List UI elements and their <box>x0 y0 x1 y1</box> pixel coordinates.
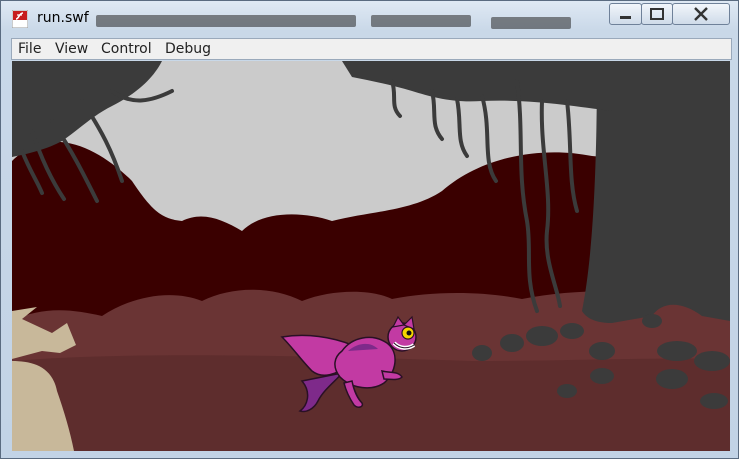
title-bar[interactable]: run.swf <box>1 1 738 35</box>
close-button[interactable] <box>672 3 730 25</box>
title-bar-artifact <box>491 17 571 29</box>
close-icon <box>694 7 708 21</box>
menu-bar: File View Control Debug <box>11 38 732 60</box>
menu-view[interactable]: View <box>55 41 88 57</box>
menu-file[interactable]: File <box>18 41 41 57</box>
maximize-button[interactable] <box>641 3 673 25</box>
menu-debug[interactable]: Debug <box>165 41 211 57</box>
flash-player-icon <box>12 10 28 28</box>
window-title: run.swf <box>37 10 89 26</box>
minimize-button[interactable] <box>609 3 642 25</box>
maximize-icon <box>650 8 664 20</box>
title-bar-artifact <box>371 15 471 27</box>
game-stage[interactable] <box>12 61 730 451</box>
title-bar-artifact <box>96 15 356 27</box>
game-scene[interactable] <box>12 61 730 451</box>
menu-control[interactable]: Control <box>101 41 152 57</box>
minimize-icon <box>620 16 631 19</box>
app-window: run.swf File View Control Debug <box>0 0 739 459</box>
